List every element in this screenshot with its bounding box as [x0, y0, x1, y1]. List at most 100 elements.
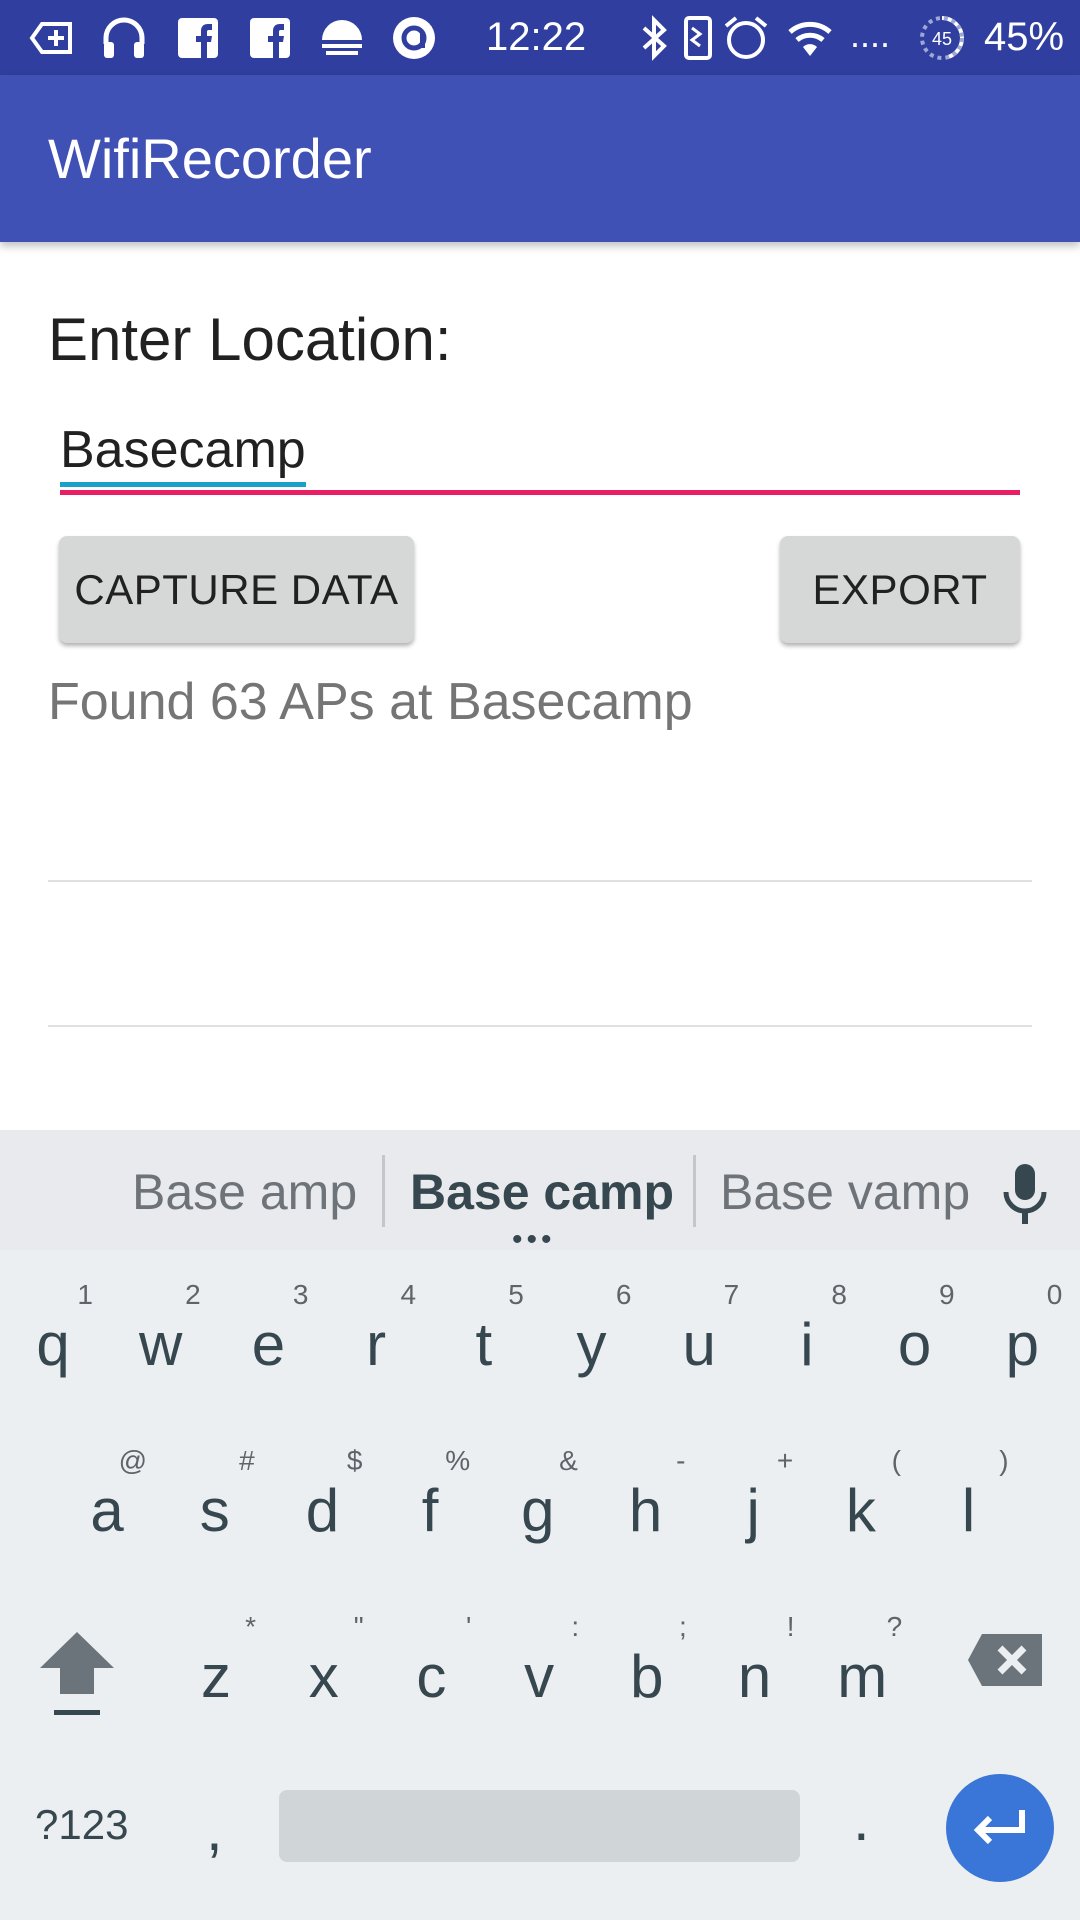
key-c[interactable]: ' c	[381, 1594, 481, 1724]
key-hint: #	[239, 1445, 255, 1476]
key-hint: 4	[400, 1279, 417, 1310]
key-hint: &	[559, 1445, 578, 1476]
key-p[interactable]: 0p	[972, 1262, 1072, 1392]
key-k[interactable]: (k	[811, 1428, 911, 1558]
key-v[interactable]: :v	[489, 1594, 589, 1724]
key-m[interactable]: ? m	[812, 1594, 912, 1724]
enter-key[interactable]	[946, 1774, 1054, 1882]
key-hint: $	[346, 1445, 363, 1476]
space-bar[interactable]	[279, 1790, 800, 1862]
app-title: WifiRecorder	[48, 127, 372, 190]
key-hint: 6	[615, 1279, 632, 1310]
key-hint: :	[571, 1611, 580, 1642]
key-char: h	[628, 1477, 663, 1544]
suggestion-right[interactable]: Base vamp	[720, 1160, 970, 1224]
location-label: Enter Location:	[48, 306, 452, 373]
key-hint: ;	[679, 1611, 687, 1642]
comma-key[interactable]: ,	[206, 1800, 223, 1860]
key-h[interactable]: -h	[596, 1428, 696, 1558]
key-hint: +	[776, 1445, 794, 1476]
key-d[interactable]: $ d	[272, 1428, 372, 1558]
suggestion-more-dots: •••	[512, 1223, 556, 1256]
key-hint: !	[786, 1611, 795, 1642]
key-j[interactable]: + j	[703, 1428, 803, 1558]
key-hint: 3	[292, 1279, 309, 1310]
key-hint: 1	[77, 1279, 93, 1310]
symbols-key[interactable]: ?123	[35, 1800, 128, 1850]
battery-saver-icon: 45	[920, 16, 964, 60]
key-char: r	[366, 1311, 387, 1378]
key-hint: )	[999, 1445, 1009, 1476]
status-time: 12:22	[486, 15, 587, 59]
key-t[interactable]: 5t	[434, 1262, 534, 1392]
bluetooth-icon	[642, 15, 667, 61]
location-input[interactable]: Basecamp	[60, 410, 1020, 498]
key-char: u	[682, 1311, 716, 1378]
key-x[interactable]: " x	[274, 1594, 374, 1724]
key-char: b	[630, 1643, 664, 1710]
microphone-icon[interactable]	[998, 1162, 1052, 1226]
key-char: a	[90, 1477, 124, 1544]
period-key[interactable]: .	[853, 1790, 870, 1850]
enter-icon	[973, 1810, 1025, 1845]
suggestion-center[interactable]: Base camp	[410, 1160, 674, 1224]
shift-icon[interactable]	[36, 1628, 118, 1720]
backspace-icon[interactable]	[966, 1632, 1044, 1688]
key-hint: ?	[886, 1611, 903, 1642]
key-a[interactable]: @ a	[57, 1428, 157, 1558]
key-char: o	[897, 1311, 932, 1378]
suggestion-separator	[382, 1155, 385, 1227]
export-button[interactable]: EXPORT	[780, 536, 1020, 643]
app-bar: WifiRecorder	[0, 75, 1080, 242]
key-char: w	[139, 1311, 183, 1378]
key-hint: 5	[508, 1279, 524, 1310]
key-hint: 8	[831, 1279, 847, 1310]
key-g[interactable]: & g	[488, 1428, 588, 1558]
key-q[interactable]: 1q	[3, 1262, 103, 1392]
key-char: g	[521, 1477, 555, 1544]
key-hint: 0	[1046, 1279, 1063, 1310]
key-b[interactable]: ; b	[597, 1594, 697, 1724]
key-e[interactable]: 3e	[218, 1262, 318, 1392]
key-r[interactable]: 4r	[326, 1262, 426, 1392]
key-hint: @	[118, 1445, 147, 1476]
key-l[interactable]: ) l	[919, 1428, 1019, 1558]
key-s[interactable]: # s	[165, 1428, 265, 1558]
key-f[interactable]: % f	[380, 1428, 480, 1558]
key-z[interactable]: * z	[166, 1594, 266, 1724]
key-n[interactable]: ! n	[705, 1594, 805, 1724]
key-char: j	[746, 1477, 760, 1544]
key-char: p	[1005, 1311, 1039, 1378]
suggestion-left[interactable]: Base amp	[132, 1160, 357, 1224]
battery-percent: 45%	[984, 15, 1065, 59]
key-char: d	[305, 1477, 340, 1544]
facebook-icon	[178, 18, 218, 58]
signal-dots: ....	[850, 14, 891, 55]
key-char: c	[416, 1643, 447, 1710]
status-message: Found 63 APs at Basecamp	[48, 673, 693, 731]
key-char: x	[308, 1643, 339, 1710]
location-input-value[interactable]: Basecamp	[60, 420, 306, 487]
key-char: y	[576, 1311, 607, 1378]
key-hint: 2	[185, 1279, 201, 1310]
key-y[interactable]: 6y	[542, 1262, 642, 1392]
key-char: v	[524, 1643, 555, 1710]
vibrate-icon	[684, 16, 712, 60]
key-char: z	[201, 1643, 231, 1710]
key-hint: *	[245, 1611, 256, 1642]
input-underline	[60, 490, 1020, 495]
key-o[interactable]: 9o	[865, 1262, 965, 1392]
key-char: s	[199, 1477, 230, 1544]
key-hint: (	[891, 1445, 901, 1476]
capture-data-button[interactable]: CAPTURE DATA	[59, 536, 414, 643]
key-hint: "	[353, 1611, 364, 1642]
key-char: t	[475, 1311, 493, 1378]
headphones-icon	[103, 17, 145, 58]
screen-add-icon	[29, 22, 72, 54]
key-u[interactable]: 7u	[649, 1262, 749, 1392]
key-i[interactable]: 8i	[757, 1262, 857, 1392]
key-w[interactable]: 2w	[111, 1262, 211, 1392]
key-char: k	[845, 1477, 876, 1544]
divider-2	[48, 1025, 1032, 1027]
key-char: i	[800, 1311, 814, 1378]
